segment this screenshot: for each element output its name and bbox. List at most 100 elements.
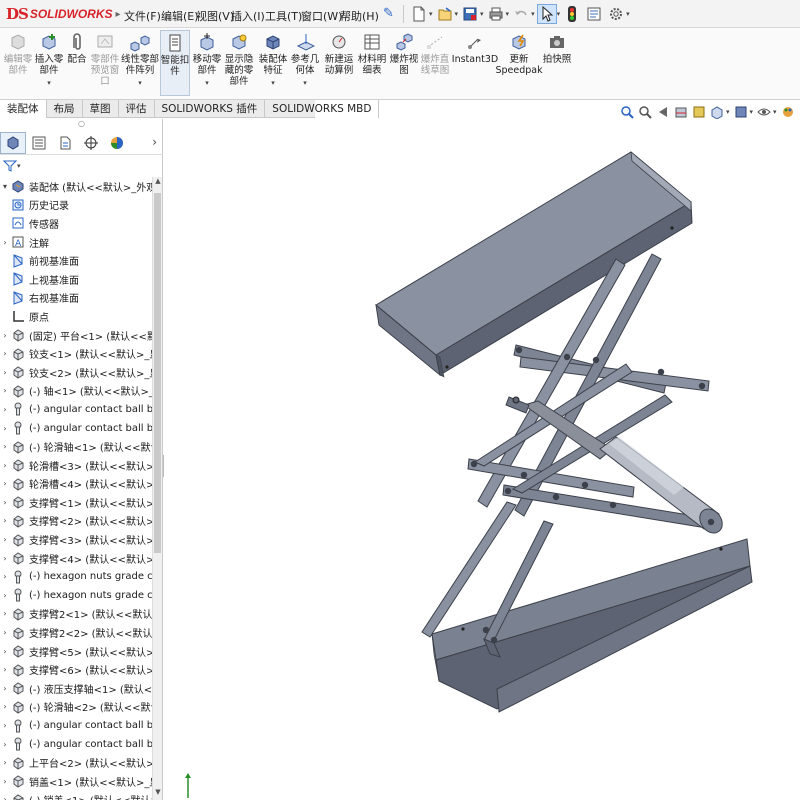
tree-item[interactable]: › 支撑臂<6> (默认<<默认>_显示 — [0, 660, 152, 679]
scroll-up-icon[interactable]: ▲ — [153, 177, 163, 189]
expand-icon[interactable]: › — [0, 795, 10, 800]
previous-view-icon[interactable] — [656, 105, 670, 119]
tree-vertical-scrollbar[interactable]: ▲ ▼ — [152, 177, 162, 800]
tree-item[interactable]: › (-) 销盖<1> (默认<<默认>_显 — [0, 791, 152, 800]
move-component-button[interactable]: 移动零 部件 ▾ — [192, 32, 222, 89]
expand-icon[interactable]: › — [0, 498, 10, 507]
explode-line-sketch-button[interactable]: 爆炸直 线草图 — [420, 32, 450, 76]
hide-show-dropdown-icon[interactable]: ▾ — [773, 108, 777, 116]
linear-component-pattern-button[interactable]: 线性零部 件阵列 ▾ — [121, 32, 159, 89]
tree-item[interactable]: › 支撑臂2<2> (默认<<默认>_显示 — [0, 623, 152, 642]
menu-file[interactable]: 文件(F) — [124, 8, 161, 24]
propertymanager-tab-icon[interactable] — [26, 132, 52, 154]
graphics-area[interactable] — [164, 119, 800, 800]
expand-icon[interactable]: › — [0, 647, 10, 656]
exploded-view-button[interactable]: 爆炸视 图 — [390, 32, 418, 76]
tree-item[interactable]: 上视基准面 — [0, 270, 152, 289]
tree-item[interactable]: › 支撑臂<5> (默认<<默认>_显示 — [0, 642, 152, 661]
expand-icon[interactable]: › — [0, 684, 10, 693]
tree-item[interactable]: › (-) 轴<1> (默认<<默认>_显示状 — [0, 382, 152, 401]
open-dropdown-icon[interactable]: ▾ — [455, 10, 459, 18]
smart-fasteners-button[interactable]: 智能扣 件 — [160, 30, 190, 96]
select-pointer-icon[interactable] — [536, 4, 557, 24]
expand-icon[interactable]: › — [0, 405, 10, 414]
dimxpertmanager-tab-icon[interactable] — [78, 132, 104, 154]
menu-window[interactable]: 窗口(W) — [301, 8, 342, 24]
print-icon[interactable] — [486, 4, 506, 24]
pin-menu-icon[interactable]: ✎ — [383, 6, 394, 21]
logo-flyout-icon[interactable]: ▸ — [116, 9, 121, 20]
select-dropdown-icon[interactable]: ▾ — [557, 10, 561, 18]
options-dropdown-icon[interactable]: ▾ — [626, 10, 630, 18]
expand-icon[interactable]: › — [0, 386, 10, 395]
tree-item[interactable]: › 支撑臂<3> (默认<<默认>_显示 — [0, 530, 152, 549]
save-icon[interactable] — [460, 4, 480, 24]
tree-item[interactable]: › (-) angular contact ball bearin — [0, 716, 152, 735]
solidworks-logo[interactable]: DS SOLIDWORKS ▸ — [6, 5, 121, 23]
view-orientation-icon[interactable] — [710, 105, 724, 119]
manager-tabs-next-icon[interactable]: › — [152, 135, 157, 149]
view-orientation-dropdown-icon[interactable]: ▾ — [726, 108, 730, 116]
tree-item[interactable]: › (-) 轮滑轴<2> (默认<<默认>_显 — [0, 698, 152, 717]
upper-platform-channel[interactable] — [375, 151, 693, 378]
expand-icon[interactable]: › — [0, 535, 10, 544]
expand-icon[interactable]: › — [0, 777, 10, 786]
expand-icon[interactable]: › — [0, 572, 10, 581]
tree-item[interactable]: 历史记录 — [0, 196, 152, 215]
expand-icon[interactable]: › — [0, 591, 10, 600]
scissor-lift-model[interactable] — [164, 119, 800, 800]
new-dropdown-icon[interactable]: ▾ — [429, 10, 433, 18]
panel-grip-handle[interactable]: ○ — [0, 119, 163, 131]
file-properties-icon[interactable] — [584, 4, 604, 24]
mate-button[interactable]: 配合 — [66, 32, 88, 65]
expand-icon[interactable]: › — [0, 479, 10, 488]
expand-icon[interactable]: › — [0, 609, 10, 618]
ribbon-dropdown-icon[interactable]: ▾ — [303, 78, 307, 89]
tab-evaluate[interactable]: 评估 — [119, 100, 155, 118]
tree-item[interactable]: › 支撑臂<1> (默认<<默认>_显示 — [0, 493, 152, 512]
zoom-to-fit-icon[interactable] — [620, 105, 634, 119]
section-view-icon[interactable] — [674, 105, 688, 119]
undo-icon[interactable] — [511, 4, 531, 24]
instant3d-button[interactable]: Instant3D — [452, 32, 498, 65]
new-document-icon[interactable] — [409, 4, 429, 24]
base-channel[interactable] — [431, 538, 753, 713]
expand-icon[interactable]: › — [0, 461, 10, 470]
component-preview-window-button[interactable]: 零部件 预览窗 口 — [90, 32, 120, 87]
tree-item[interactable]: › (-) hexagon nuts grade c gb< — [0, 567, 152, 586]
zoom-to-area-icon[interactable] — [638, 105, 652, 119]
menu-help[interactable]: 帮助(H) — [340, 8, 379, 24]
tab-sketch[interactable]: 草图 — [83, 100, 119, 118]
filter-dropdown-icon[interactable]: ▾ — [17, 162, 21, 170]
edit-appearance-icon[interactable] — [781, 105, 795, 119]
insert-components-button[interactable]: 插入零 部件 ▾ — [34, 32, 64, 89]
tree-item[interactable]: › 销盖<1> (默认<<默认>_显示状 — [0, 772, 152, 791]
assembly-features-button[interactable]: 装配体 特征 ▾ — [258, 32, 288, 89]
reference-geometry-button[interactable]: 参考几 何体 ▾ — [290, 32, 320, 89]
tree-item[interactable]: 右视基准面 — [0, 289, 152, 308]
ribbon-dropdown-icon[interactable]: ▾ — [138, 78, 142, 89]
tree-item[interactable]: › 轮滑槽<3> (默认<<默认>_显示 — [0, 456, 152, 475]
display-style-dropdown-icon[interactable]: ▾ — [750, 108, 754, 116]
expand-icon[interactable]: › — [0, 702, 10, 711]
tab-layout[interactable]: 布局 — [47, 100, 83, 118]
tree-item[interactable]: 原点 — [0, 307, 152, 326]
ribbon-dropdown-icon[interactable]: ▾ — [47, 78, 51, 89]
scroll-thumb[interactable] — [154, 193, 161, 553]
update-speedpak-button[interactable]: 更新 Speedpak — [495, 32, 543, 76]
expand-icon[interactable]: › — [0, 628, 10, 637]
tree-item[interactable]: › 支撑臂<2> (默认<<默认>_显示 — [0, 512, 152, 531]
tree-filter[interactable]: ▾ — [3, 158, 21, 174]
tree-item[interactable]: › (-) hexagon nuts grade c gb< — [0, 586, 152, 605]
tree-item[interactable]: › (固定) 平台<1> (默认<<默认>_ — [0, 326, 152, 345]
ribbon-dropdown-icon[interactable]: ▾ — [205, 78, 209, 89]
tree-item[interactable]: › 铰支<1> (默认<<默认>_显示状 — [0, 344, 152, 363]
tree-item[interactable]: 传感器 — [0, 214, 152, 233]
menu-edit[interactable]: 编辑(E) — [161, 8, 199, 24]
expand-icon[interactable]: › — [0, 516, 10, 525]
undo-dropdown-icon[interactable]: ▾ — [531, 10, 535, 18]
edit-component-button[interactable]: 编辑零 部件 — [4, 32, 32, 76]
show-hidden-components-button[interactable]: 显示隐 藏的零 部件 — [224, 32, 254, 87]
tab-solidworks-addins[interactable]: SOLIDWORKS 插件 — [155, 100, 266, 118]
expand-icon[interactable]: › — [0, 424, 10, 433]
